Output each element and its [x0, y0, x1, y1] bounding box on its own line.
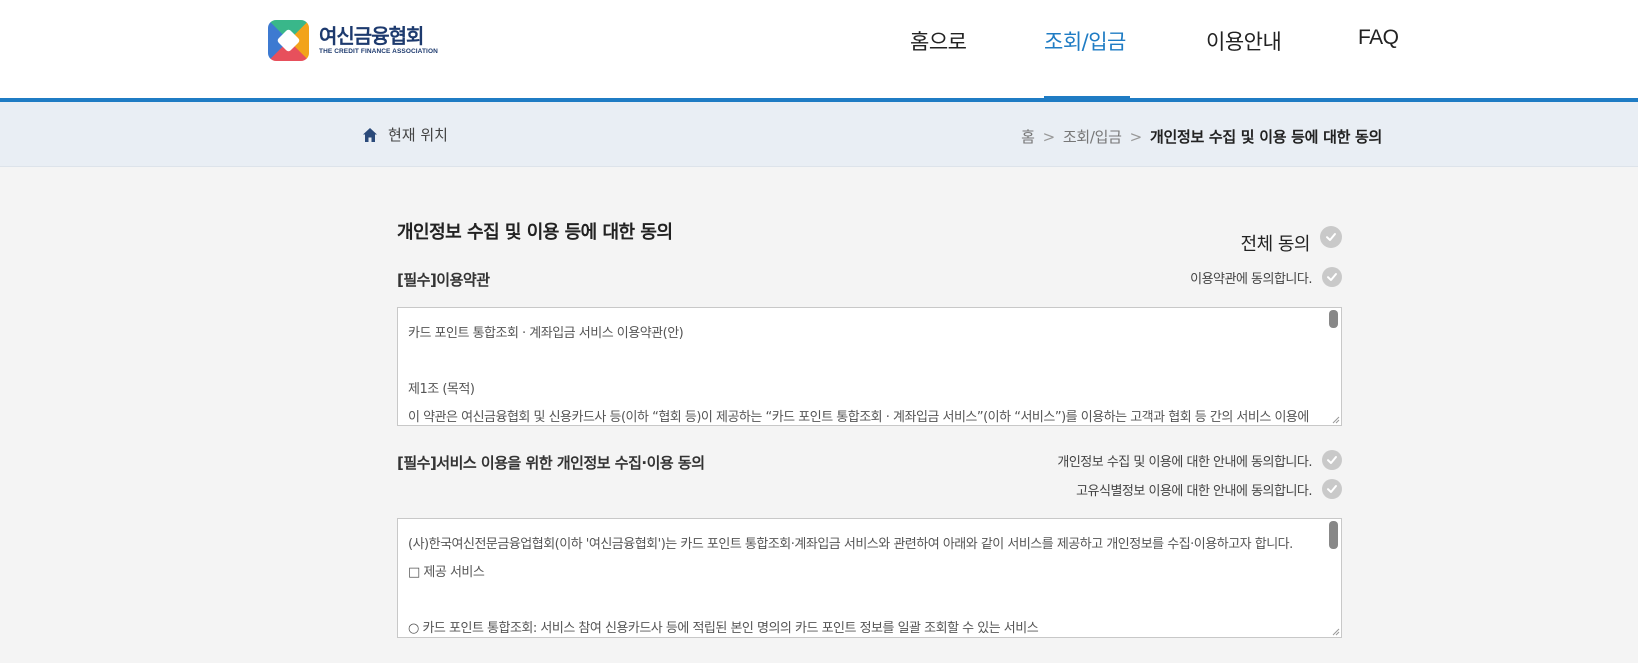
terms-line: 이 약관은 여신금융협회 및 신용카드사 등(이하 “협회 등)이 제공하는 “…	[408, 410, 1309, 425]
breadcrumb-separator: >	[1042, 127, 1056, 146]
nav-item-faq[interactable]: FAQ	[1358, 26, 1399, 50]
resize-handle-icon[interactable]	[1330, 626, 1340, 636]
nav-item-home[interactable]: 홈으로	[910, 26, 967, 56]
unique-id-agree-label: 고유식별정보 이용에 대한 안내에 동의합니다.	[1076, 483, 1312, 499]
terms-textarea[interactable]: 카드 포인트 통합조회 · 계좌입금 서비스 이용약관(안) 제1조 (목적) …	[397, 307, 1342, 426]
privacy-collect-agree-label: 개인정보 수집 및 이용에 대한 안내에 동의합니다.	[1057, 454, 1312, 470]
check-icon	[1327, 456, 1337, 464]
location-bar: 현재 위치 홈 > 조회/입금 > 개인정보 수집 및 이용 등에 대한 동의	[0, 102, 1638, 167]
privacy-line: □ 제공 서비스	[408, 565, 485, 580]
page-title: 개인정보 수집 및 이용 등에 대한 동의	[397, 222, 673, 243]
check-icon	[1327, 485, 1337, 493]
privacy-line	[408, 587, 1311, 615]
privacy-textarea[interactable]: (사)한국여신전문금융업협회(이하 '여신금융협회')는 카드 포인트 통합조회…	[397, 518, 1342, 638]
breadcrumb-home[interactable]: 홈	[1021, 126, 1035, 147]
agree-all[interactable]: 전체 동의	[1241, 218, 1342, 256]
main-navigation: 홈으로 조회/입금 이용안내 FAQ	[0, 0, 1638, 102]
nav-item-guide[interactable]: 이용안내	[1206, 26, 1282, 56]
terms-agree-label: 이용약관에 동의합니다.	[1190, 271, 1312, 287]
privacy-line: ○ 카드 포인트 통합조회: 서비스 참여 신용카드사 등에 적립된 본인 명의…	[408, 621, 1039, 636]
terms-scrollbar[interactable]	[1329, 310, 1338, 328]
unique-id-agree-checkbox[interactable]	[1322, 479, 1342, 499]
terms-line: 카드 포인트 통합조회 · 계좌입금 서비스 이용약관(안)	[408, 326, 684, 341]
agree-all-label: 전체 동의	[1240, 234, 1311, 255]
terms-section-title: [필수]이용약관	[397, 271, 490, 289]
breadcrumb: 홈 > 조회/입금 > 개인정보 수집 및 이용 등에 대한 동의	[1021, 126, 1382, 147]
terms-line	[408, 348, 1311, 376]
privacy-scrollbar[interactable]	[1329, 521, 1338, 549]
breadcrumb-inquiry-deposit[interactable]: 조회/입금	[1063, 126, 1122, 147]
privacy-collect-agree-row[interactable]: 개인정보 수집 및 이용에 대한 안내에 동의합니다.	[1057, 450, 1342, 470]
current-location-label: 현재 위치	[388, 126, 448, 144]
nav-item-inquiry-deposit[interactable]: 조회/입금	[1044, 26, 1126, 56]
agree-all-checkbox[interactable]	[1320, 226, 1342, 248]
resize-handle-icon[interactable]	[1330, 414, 1340, 424]
terms-line: 제1조 (목적)	[408, 382, 475, 397]
current-location: 현재 위치	[362, 124, 448, 145]
terms-agree-row[interactable]: 이용약관에 동의합니다.	[1190, 267, 1342, 287]
privacy-collect-agree-checkbox[interactable]	[1322, 450, 1342, 470]
breadcrumb-separator: >	[1129, 127, 1143, 146]
breadcrumb-current: 개인정보 수집 및 이용 등에 대한 동의	[1149, 128, 1382, 146]
terms-agree-checkbox[interactable]	[1322, 267, 1342, 287]
unique-id-agree-row[interactable]: 고유식별정보 이용에 대한 안내에 동의합니다.	[1076, 479, 1342, 499]
check-icon	[1326, 233, 1336, 241]
home-icon	[363, 127, 377, 142]
privacy-section-title: [필수]서비스 이용을 위한 개인정보 수집·이용 동의	[397, 454, 705, 472]
privacy-line: (사)한국여신전문금융업협회(이하 '여신금융협회')는 카드 포인트 통합조회…	[408, 537, 1293, 552]
check-icon	[1327, 273, 1337, 281]
